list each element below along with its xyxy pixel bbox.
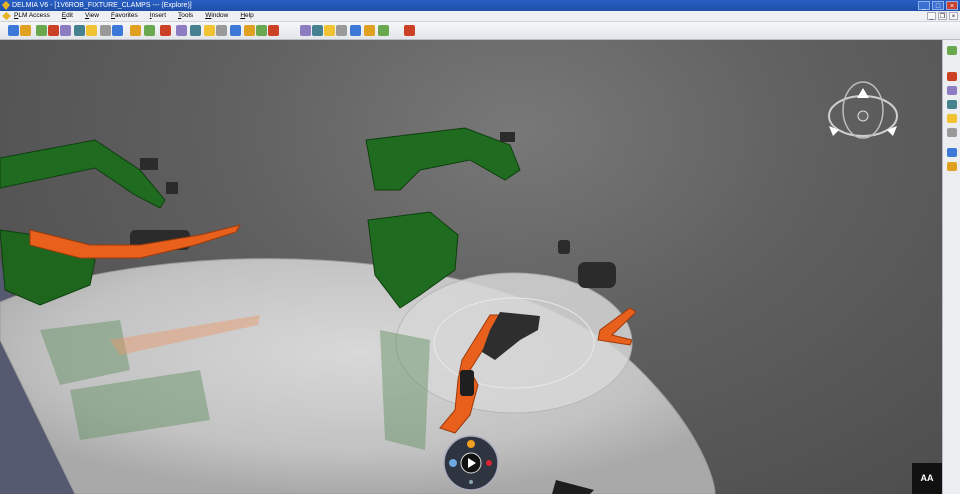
title-bar: DELMIA V6 - [1V6ROB_FIXTURE_CLAMPS --- (… [0, 0, 960, 11]
window-title: DELMIA V6 - [1V6ROB_FIXTURE_CLAMPS --- (… [12, 2, 192, 9]
compass-widget[interactable] [828, 81, 898, 139]
paste-icon[interactable] [60, 25, 71, 36]
document-controls: _ ❐ × [927, 12, 958, 20]
simulation-icon[interactable] [350, 25, 361, 36]
right-toolbar [942, 40, 960, 494]
robot-icon[interactable] [336, 25, 347, 36]
new-icon[interactable] [8, 25, 19, 36]
center-green-fixture-upper[interactable] [365, 127, 521, 191]
maximize-button[interactable]: □ [932, 1, 944, 10]
menu-tools[interactable]: Tools [178, 11, 193, 21]
delmia-logo-icon [2, 1, 10, 10]
menu-bar: PLM Access Edit View Favorites Insert Tools Wi… [0, 11, 960, 22]
3d-viewport[interactable]: AA [0, 40, 942, 494]
menu-edit[interactable]: Edit [62, 11, 73, 21]
select-icon[interactable] [947, 46, 957, 55]
main-toolbar [0, 22, 960, 40]
robot-dial[interactable] [443, 435, 499, 491]
layout-icon[interactable] [378, 25, 389, 36]
dial-view-icon [449, 459, 457, 467]
doc-restore-button[interactable]: ❐ [938, 12, 947, 20]
menu-favorites[interactable]: Favorites [111, 11, 138, 21]
undo-icon[interactable] [74, 25, 85, 36]
move-icon[interactable] [947, 72, 957, 81]
rotate-icon[interactable] [160, 25, 171, 36]
measure-icon[interactable] [256, 25, 267, 36]
snap-icon[interactable] [947, 86, 957, 95]
analysis-icon[interactable] [324, 25, 335, 36]
swap-icon[interactable] [244, 25, 255, 36]
menu-insert[interactable]: Insert [150, 11, 166, 21]
refresh-icon[interactable] [100, 25, 111, 36]
path-icon[interactable] [947, 162, 957, 171]
doc-minimize-button[interactable]: _ [927, 12, 936, 20]
compass-icon[interactable] [404, 25, 415, 36]
doc-close-button[interactable]: × [949, 12, 958, 20]
zoom-in-icon[interactable] [176, 25, 187, 36]
pan-icon[interactable] [144, 25, 155, 36]
menu-help[interactable]: Help [240, 11, 253, 21]
window-controls: _ □ × [918, 1, 958, 10]
fit-all-icon[interactable] [130, 25, 141, 36]
render-style-icon[interactable] [216, 25, 227, 36]
layout-icon[interactable] [947, 114, 957, 123]
badge-label: AA [920, 473, 934, 483]
material-icon[interactable] [312, 25, 323, 36]
help-icon[interactable] [112, 25, 123, 36]
zoom-out-icon[interactable] [190, 25, 201, 36]
dial-points-icon [486, 460, 492, 466]
cut-icon[interactable] [36, 25, 47, 36]
catalog-icon[interactable] [947, 128, 957, 137]
left-clamp-pin [140, 158, 158, 170]
menu-plm-access[interactable]: PLM Access [14, 11, 50, 21]
dial-people-icon [467, 440, 475, 448]
minimize-button[interactable]: _ [918, 1, 930, 10]
3dexperience-badge[interactable]: AA [912, 463, 942, 494]
center-clamp-cap [500, 132, 515, 142]
teach-icon[interactable] [364, 25, 375, 36]
hide-show-icon[interactable] [230, 25, 241, 36]
open-icon[interactable] [20, 25, 31, 36]
copy-icon[interactable] [48, 25, 59, 36]
scene-svg[interactable] [0, 40, 942, 494]
menu-logo-icon[interactable] [2, 12, 11, 20]
close-button[interactable]: × [946, 1, 958, 10]
center-clamp-pin [460, 370, 474, 396]
menu-view[interactable]: View [85, 11, 99, 21]
menu-window[interactable]: Window [205, 11, 228, 21]
left-clamp-pin-2 [166, 182, 178, 194]
redo-icon[interactable] [86, 25, 97, 36]
right-dark-clamp[interactable] [578, 262, 616, 288]
normal-view-icon[interactable] [204, 25, 215, 36]
right-dark-stub [558, 240, 570, 254]
shading-icon[interactable] [300, 25, 311, 36]
align-icon[interactable] [947, 100, 957, 109]
search-icon[interactable] [268, 25, 279, 36]
left-green-fixture[interactable] [0, 139, 166, 209]
menu-items: PLM Access Edit View Favorites Insert Tools Wi… [14, 11, 254, 21]
device-icon[interactable] [947, 148, 957, 157]
